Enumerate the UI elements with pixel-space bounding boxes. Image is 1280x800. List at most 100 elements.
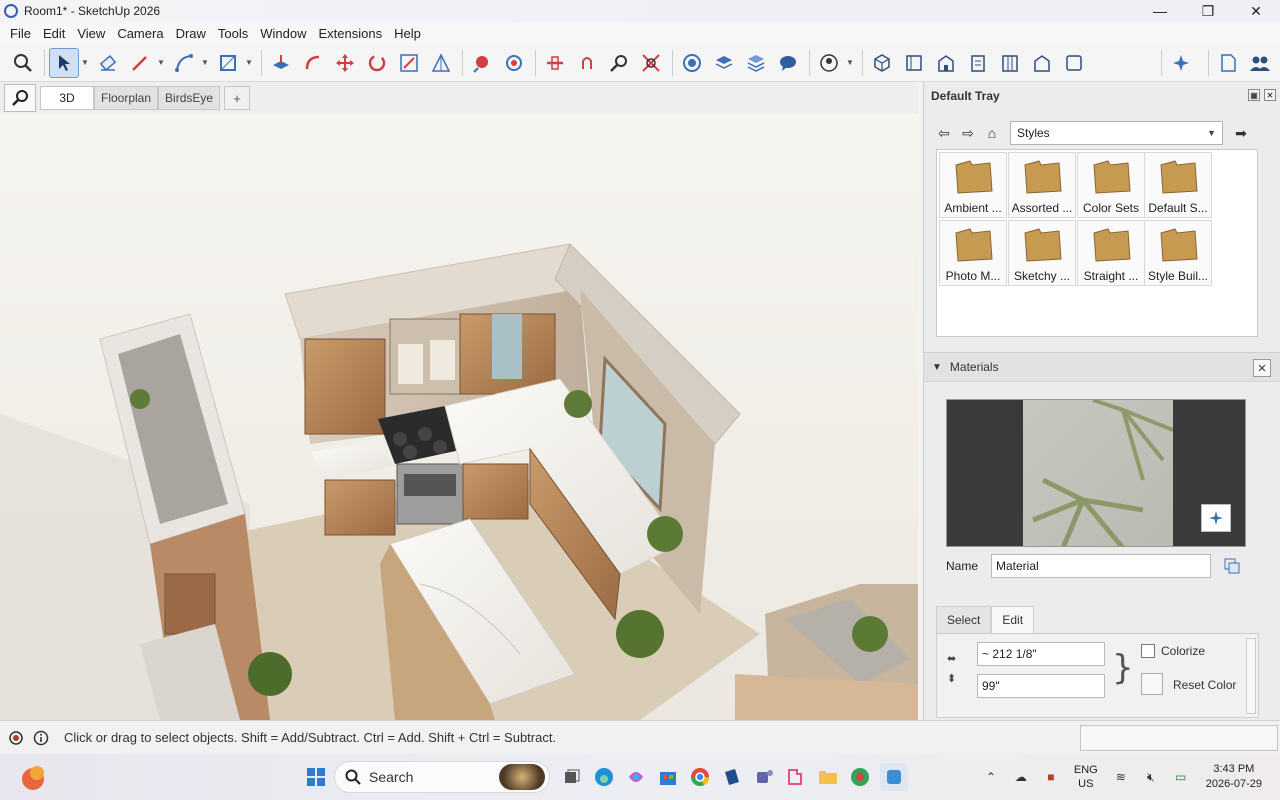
orbit-icon[interactable] xyxy=(572,48,602,78)
style-folder-sketchy[interactable]: Sketchy ... xyxy=(1008,220,1076,286)
material-name-input[interactable]: Material xyxy=(991,554,1211,578)
measurements-box[interactable] xyxy=(1080,725,1278,751)
color-swatch[interactable] xyxy=(1141,673,1163,695)
active-app-icon[interactable] xyxy=(880,763,908,791)
menu-help[interactable]: Help xyxy=(388,26,427,41)
style-folder-style-builder[interactable]: Style Buil... xyxy=(1144,220,1212,286)
paint-bucket-icon[interactable] xyxy=(499,48,529,78)
top-view-icon[interactable] xyxy=(899,48,929,78)
home-icon[interactable]: ⌂ xyxy=(982,123,1002,143)
taskbar-clock[interactable]: 3:43 PM 2026-07-29 xyxy=(1206,762,1262,792)
tab-3d[interactable]: 3D xyxy=(40,86,94,110)
rotate-icon[interactable] xyxy=(362,48,392,78)
iso-view-icon[interactable] xyxy=(867,48,897,78)
forward-arrow-icon[interactable]: ⇨ xyxy=(958,123,978,143)
tab-select[interactable]: Select xyxy=(936,606,992,633)
move-icon[interactable] xyxy=(330,48,360,78)
push-pull-icon[interactable] xyxy=(266,48,296,78)
chevron-up-icon[interactable]: ⌃ xyxy=(979,770,1003,784)
menu-window[interactable]: Window xyxy=(254,26,312,41)
maximize-button[interactable]: ❐ xyxy=(1184,0,1232,22)
materials-panel-header[interactable]: ▼ Materials ✕ xyxy=(924,352,1280,382)
close-button[interactable]: ✕ xyxy=(1232,0,1280,22)
pin-icon[interactable]: ▣ xyxy=(1248,89,1260,101)
pencil-icon[interactable] xyxy=(125,48,155,78)
wifi-icon[interactable]: ≋ xyxy=(1109,770,1133,784)
cloud-icon[interactable]: ☁ xyxy=(1009,770,1033,784)
info-icon[interactable] xyxy=(32,729,50,747)
components-icon[interactable] xyxy=(677,48,707,78)
front-view-icon[interactable] xyxy=(931,48,961,78)
page-icon[interactable] xyxy=(1213,48,1243,78)
scale-icon[interactable] xyxy=(394,48,424,78)
right-view-icon[interactable] xyxy=(963,48,993,78)
back-view-icon[interactable] xyxy=(995,48,1025,78)
menu-file[interactable]: File xyxy=(4,26,37,41)
chevron-down-icon[interactable]: ▼ xyxy=(157,58,165,67)
style-folder-color-sets[interactable]: Color Sets xyxy=(1077,152,1145,218)
create-material-icon[interactable] xyxy=(1223,557,1241,575)
bottom-view-icon[interactable] xyxy=(1059,48,1089,78)
record-icon[interactable] xyxy=(7,729,25,747)
windows-start-icon[interactable] xyxy=(304,765,328,789)
volume-muted-icon[interactable]: 🔇︎ xyxy=(1139,770,1163,785)
styles-dropdown[interactable]: Styles ▼ xyxy=(1010,121,1223,145)
ai-sparkle-button[interactable] xyxy=(1201,504,1231,532)
account-icon[interactable] xyxy=(814,48,844,78)
arc-icon[interactable] xyxy=(169,48,199,78)
aspect-lock-icon[interactable]: } xyxy=(1112,648,1134,688)
tape-measure-icon[interactable] xyxy=(467,48,497,78)
styles-icon[interactable] xyxy=(741,48,771,78)
texture-height-input[interactable]: 99" xyxy=(977,674,1105,698)
style-folder-straight[interactable]: Straight ... xyxy=(1077,220,1145,286)
chevron-down-icon[interactable]: ▼ xyxy=(245,58,253,67)
battery-icon[interactable]: ▭ xyxy=(1169,770,1193,784)
section-plane-icon[interactable] xyxy=(540,48,570,78)
menu-draw[interactable]: Draw xyxy=(170,26,212,41)
style-folder-assorted[interactable]: Assorted ... xyxy=(1008,152,1076,218)
close-icon[interactable]: ✕ xyxy=(1264,89,1276,101)
sketchup-taskbar-icon[interactable] xyxy=(720,765,744,789)
menu-edit[interactable]: Edit xyxy=(37,26,71,41)
copilot-icon[interactable] xyxy=(624,765,648,789)
details-arrow-icon[interactable]: ➡ xyxy=(1231,123,1251,143)
weather-widget-icon[interactable] xyxy=(18,762,48,792)
minimize-button[interactable]: — xyxy=(1136,0,1184,22)
chat-icon[interactable] xyxy=(773,48,803,78)
edit-scrollbar[interactable] xyxy=(1246,638,1256,714)
add-scene-button[interactable]: + xyxy=(224,86,251,110)
puzzle-app-icon[interactable] xyxy=(784,765,808,789)
chevron-down-icon[interactable]: ▼ xyxy=(846,58,854,67)
teams-icon[interactable] xyxy=(752,765,776,789)
chrome-icon[interactable] xyxy=(688,765,712,789)
chevron-down-icon[interactable]: ▼ xyxy=(201,58,209,67)
search-icon[interactable] xyxy=(4,84,36,112)
select-arrow-icon[interactable] xyxy=(49,47,79,78)
store-icon[interactable] xyxy=(656,765,680,789)
taskbar-search-box[interactable]: Search xyxy=(334,761,550,793)
layers-icon[interactable] xyxy=(709,48,739,78)
menu-extensions[interactable]: Extensions xyxy=(313,26,389,41)
users-icon[interactable] xyxy=(1245,48,1275,78)
follow-me-icon[interactable] xyxy=(298,48,328,78)
file-explorer-icon[interactable] xyxy=(816,765,840,789)
zoom-extents-icon[interactable] xyxy=(636,48,666,78)
language-indicator[interactable]: ENG US xyxy=(1074,763,1098,791)
zoom-window-icon[interactable] xyxy=(604,48,634,78)
close-icon[interactable]: ✕ xyxy=(1253,359,1271,377)
zoom-icon[interactable] xyxy=(8,48,38,78)
menu-view[interactable]: View xyxy=(71,26,111,41)
eraser-icon[interactable] xyxy=(93,48,123,78)
browser-app-icon[interactable] xyxy=(848,765,872,789)
colorize-checkbox[interactable] xyxy=(1141,644,1155,658)
tab-floorplan[interactable]: Floorplan xyxy=(94,86,159,110)
style-folder-photo[interactable]: Photo M... xyxy=(939,220,1007,286)
ai-sparkle-icon[interactable] xyxy=(1166,48,1196,78)
back-arrow-icon[interactable]: ⇦ xyxy=(934,123,954,143)
texture-width-input[interactable]: ~ 212 1/8" xyxy=(977,642,1105,666)
left-view-icon[interactable] xyxy=(1027,48,1057,78)
style-folder-default[interactable]: Default S... xyxy=(1144,152,1212,218)
task-view-icon[interactable] xyxy=(560,765,584,789)
menu-camera[interactable]: Camera xyxy=(111,26,169,41)
chevron-down-icon[interactable]: ▼ xyxy=(81,58,89,67)
